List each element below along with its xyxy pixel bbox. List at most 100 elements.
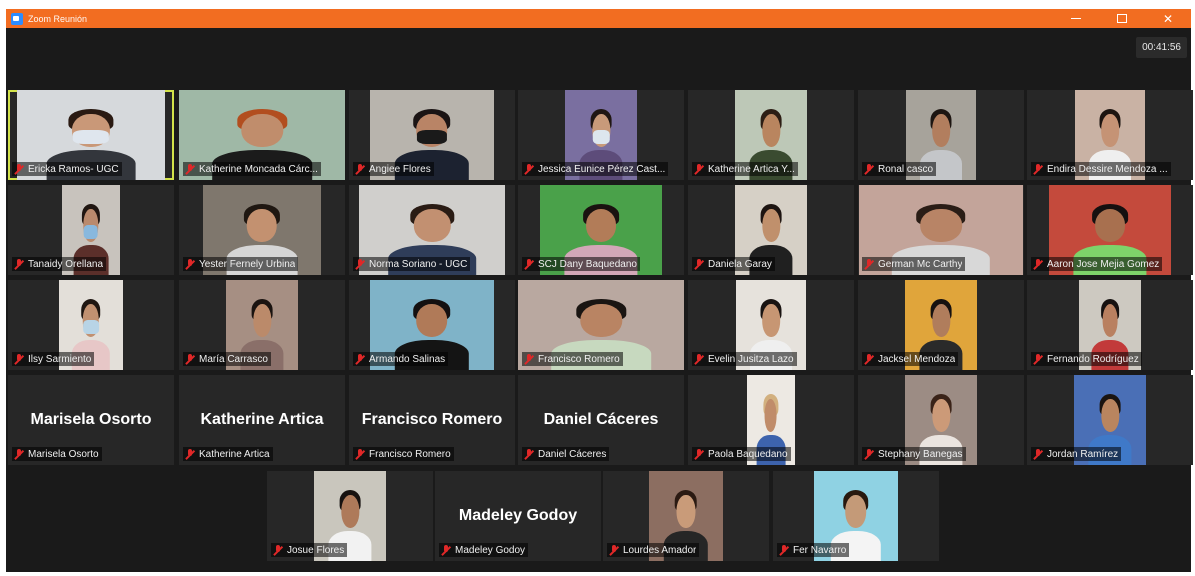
- muted-mic-icon: [779, 544, 789, 556]
- participant-tile[interactable]: Francisco Romero: [518, 280, 684, 370]
- participant-tile[interactable]: Daniela Garay: [688, 185, 854, 275]
- participant-tile[interactable]: Endira Dessire Mendoza ...: [1027, 90, 1193, 180]
- participant-tile[interactable]: Stephany Banegas: [858, 375, 1024, 465]
- participant-name-bar: Evelin Jusitza Lazo: [692, 352, 797, 366]
- participant-name-bar: Paola Baquedano: [692, 447, 791, 461]
- participant-name: María Carrasco: [199, 353, 268, 365]
- maximize-icon[interactable]: [1099, 9, 1145, 28]
- participant-tile[interactable]: Ericka Ramos- UGC: [8, 90, 174, 180]
- participant-tile[interactable]: Jordan Ramírez: [1027, 375, 1193, 465]
- close-icon[interactable]: ✕: [1145, 9, 1191, 28]
- participant-name-bar: Jordan Ramírez: [1031, 447, 1122, 461]
- participant-name: Aaron Jose Mejia Gomez: [1047, 258, 1160, 270]
- face-mask: [417, 129, 447, 144]
- participant-name: Evelin Jusitza Lazo: [708, 353, 794, 365]
- participant-name-bar: Katherine Artica Y...: [692, 162, 798, 176]
- participant-tile[interactable]: Daniel Cáceres Daniel Cáceres: [518, 375, 684, 465]
- participant-name-bar: Fernando Rodríguez: [1031, 352, 1142, 366]
- participant-display-name: Marisela Osorto: [30, 411, 152, 428]
- muted-mic-icon: [609, 544, 619, 556]
- muted-mic-icon: [185, 353, 195, 365]
- participant-name: Norma Soriano - UGC: [369, 258, 468, 270]
- face-mask: [592, 129, 610, 144]
- participant-name-bar: Madeley Godoy: [439, 543, 529, 557]
- face-mask: [84, 224, 98, 239]
- participant-tile[interactable]: Fernando Rodríguez: [1027, 280, 1193, 370]
- participant-tile[interactable]: Fer Navarro: [773, 471, 939, 561]
- participant-tile[interactable]: Angiee Flores: [349, 90, 515, 180]
- participant-name-bar: Armando Salinas: [353, 352, 449, 366]
- participant-name: Katherine Artica: [199, 448, 270, 460]
- participant-name: Francisco Romero: [369, 448, 451, 460]
- muted-mic-icon: [1033, 258, 1043, 270]
- participant-tile[interactable]: Ronal casco: [858, 90, 1024, 180]
- participant-name: Ronal casco: [878, 163, 934, 175]
- window-controls: ✕: [1053, 9, 1191, 28]
- participant-tile[interactable]: Lourdes Amador: [603, 471, 769, 561]
- muted-mic-icon: [355, 448, 365, 460]
- participant-name-bar: Endira Dessire Mendoza ...: [1031, 162, 1171, 176]
- participant-name: Ericka Ramos- UGC: [28, 163, 119, 175]
- muted-mic-icon: [273, 544, 283, 556]
- participant-tile[interactable]: SCJ Dany Baquedano: [518, 185, 684, 275]
- muted-mic-icon: [14, 258, 24, 270]
- muted-mic-icon: [185, 163, 195, 175]
- minimize-icon[interactable]: [1053, 9, 1099, 28]
- participant-name: Katherine Artica Y...: [708, 163, 795, 175]
- participant-tile[interactable]: Katherine Moncada Cárc...: [179, 90, 345, 180]
- participant-tile[interactable]: Aaron Jose Mejia Gomez: [1027, 185, 1193, 275]
- participant-name-bar: Josue Flores: [271, 543, 348, 557]
- muted-mic-icon: [864, 258, 874, 270]
- muted-mic-icon: [355, 353, 365, 365]
- participant-name: Daniela Garay: [708, 258, 772, 270]
- muted-mic-icon: [14, 448, 24, 460]
- title-bar: Zoom Reunión ✕: [6, 9, 1191, 28]
- participant-name-bar: Lourdes Amador: [607, 543, 700, 557]
- muted-mic-icon: [694, 163, 704, 175]
- participant-name: Lourdes Amador: [623, 544, 697, 556]
- participant-name-bar: Aaron Jose Mejia Gomez: [1031, 257, 1163, 271]
- muted-mic-icon: [524, 163, 534, 175]
- participant-tile[interactable]: Jacksel Mendoza: [858, 280, 1024, 370]
- participant-tile[interactable]: Evelin Jusitza Lazo: [688, 280, 854, 370]
- zoom-app-icon: [11, 12, 23, 25]
- muted-mic-icon: [524, 258, 534, 270]
- participant-name: Paola Baquedano: [708, 448, 788, 460]
- participant-tile[interactable]: Madeley Godoy Madeley Godoy: [435, 471, 601, 561]
- participant-name-bar: Jacksel Mendoza: [862, 352, 959, 366]
- participant-tile[interactable]: Katherine Artica Katherine Artica: [179, 375, 345, 465]
- participant-display-name: Madeley Godoy: [458, 507, 578, 524]
- muted-mic-icon: [694, 448, 704, 460]
- participant-name: Katherine Moncada Cárc...: [199, 163, 318, 175]
- participant-tile[interactable]: Ilsy Sarmiento: [8, 280, 174, 370]
- participant-tile[interactable]: Yester Fernely Urbina: [179, 185, 345, 275]
- participant-tile[interactable]: María Carrasco: [179, 280, 345, 370]
- participant-tile[interactable]: Katherine Artica Y...: [688, 90, 854, 180]
- participant-name: German Mc Carthy: [878, 258, 963, 270]
- muted-mic-icon: [524, 353, 534, 365]
- participant-name-bar: María Carrasco: [183, 352, 271, 366]
- muted-mic-icon: [1033, 353, 1043, 365]
- participant-tile[interactable]: Francisco Romero Francisco Romero: [349, 375, 515, 465]
- muted-mic-icon: [355, 163, 365, 175]
- participant-tile[interactable]: Norma Soriano - UGC: [349, 185, 515, 275]
- participant-tile[interactable]: Josue Flores: [267, 471, 433, 561]
- muted-mic-icon: [864, 448, 874, 460]
- participant-tile[interactable]: Tanaidy Orellana: [8, 185, 174, 275]
- participant-name: Madeley Godoy: [455, 544, 526, 556]
- participant-tile[interactable]: German Mc Carthy: [858, 185, 1024, 275]
- participant-tile[interactable]: Jessica Eunice Pérez Cast...: [518, 90, 684, 180]
- participant-name: Josue Flores: [287, 544, 345, 556]
- participant-display-name: Francisco Romero: [361, 411, 503, 428]
- participant-name-bar: Stephany Banegas: [862, 447, 966, 461]
- zoom-window: Zoom Reunión ✕ 00:41:56 Ericka Ramos- UG…: [6, 9, 1193, 572]
- participant-tile[interactable]: Paola Baquedano: [688, 375, 854, 465]
- participant-tile[interactable]: Marisela Osorto Marisela Osorto: [8, 375, 174, 465]
- muted-mic-icon: [355, 258, 365, 270]
- face-mask: [83, 319, 99, 334]
- participant-name: Tanaidy Orellana: [28, 258, 104, 270]
- participant-name-bar: Jessica Eunice Pérez Cast...: [522, 162, 669, 176]
- muted-mic-icon: [694, 353, 704, 365]
- participant-name-bar: Yester Fernely Urbina: [183, 257, 299, 271]
- participant-tile[interactable]: Armando Salinas: [349, 280, 515, 370]
